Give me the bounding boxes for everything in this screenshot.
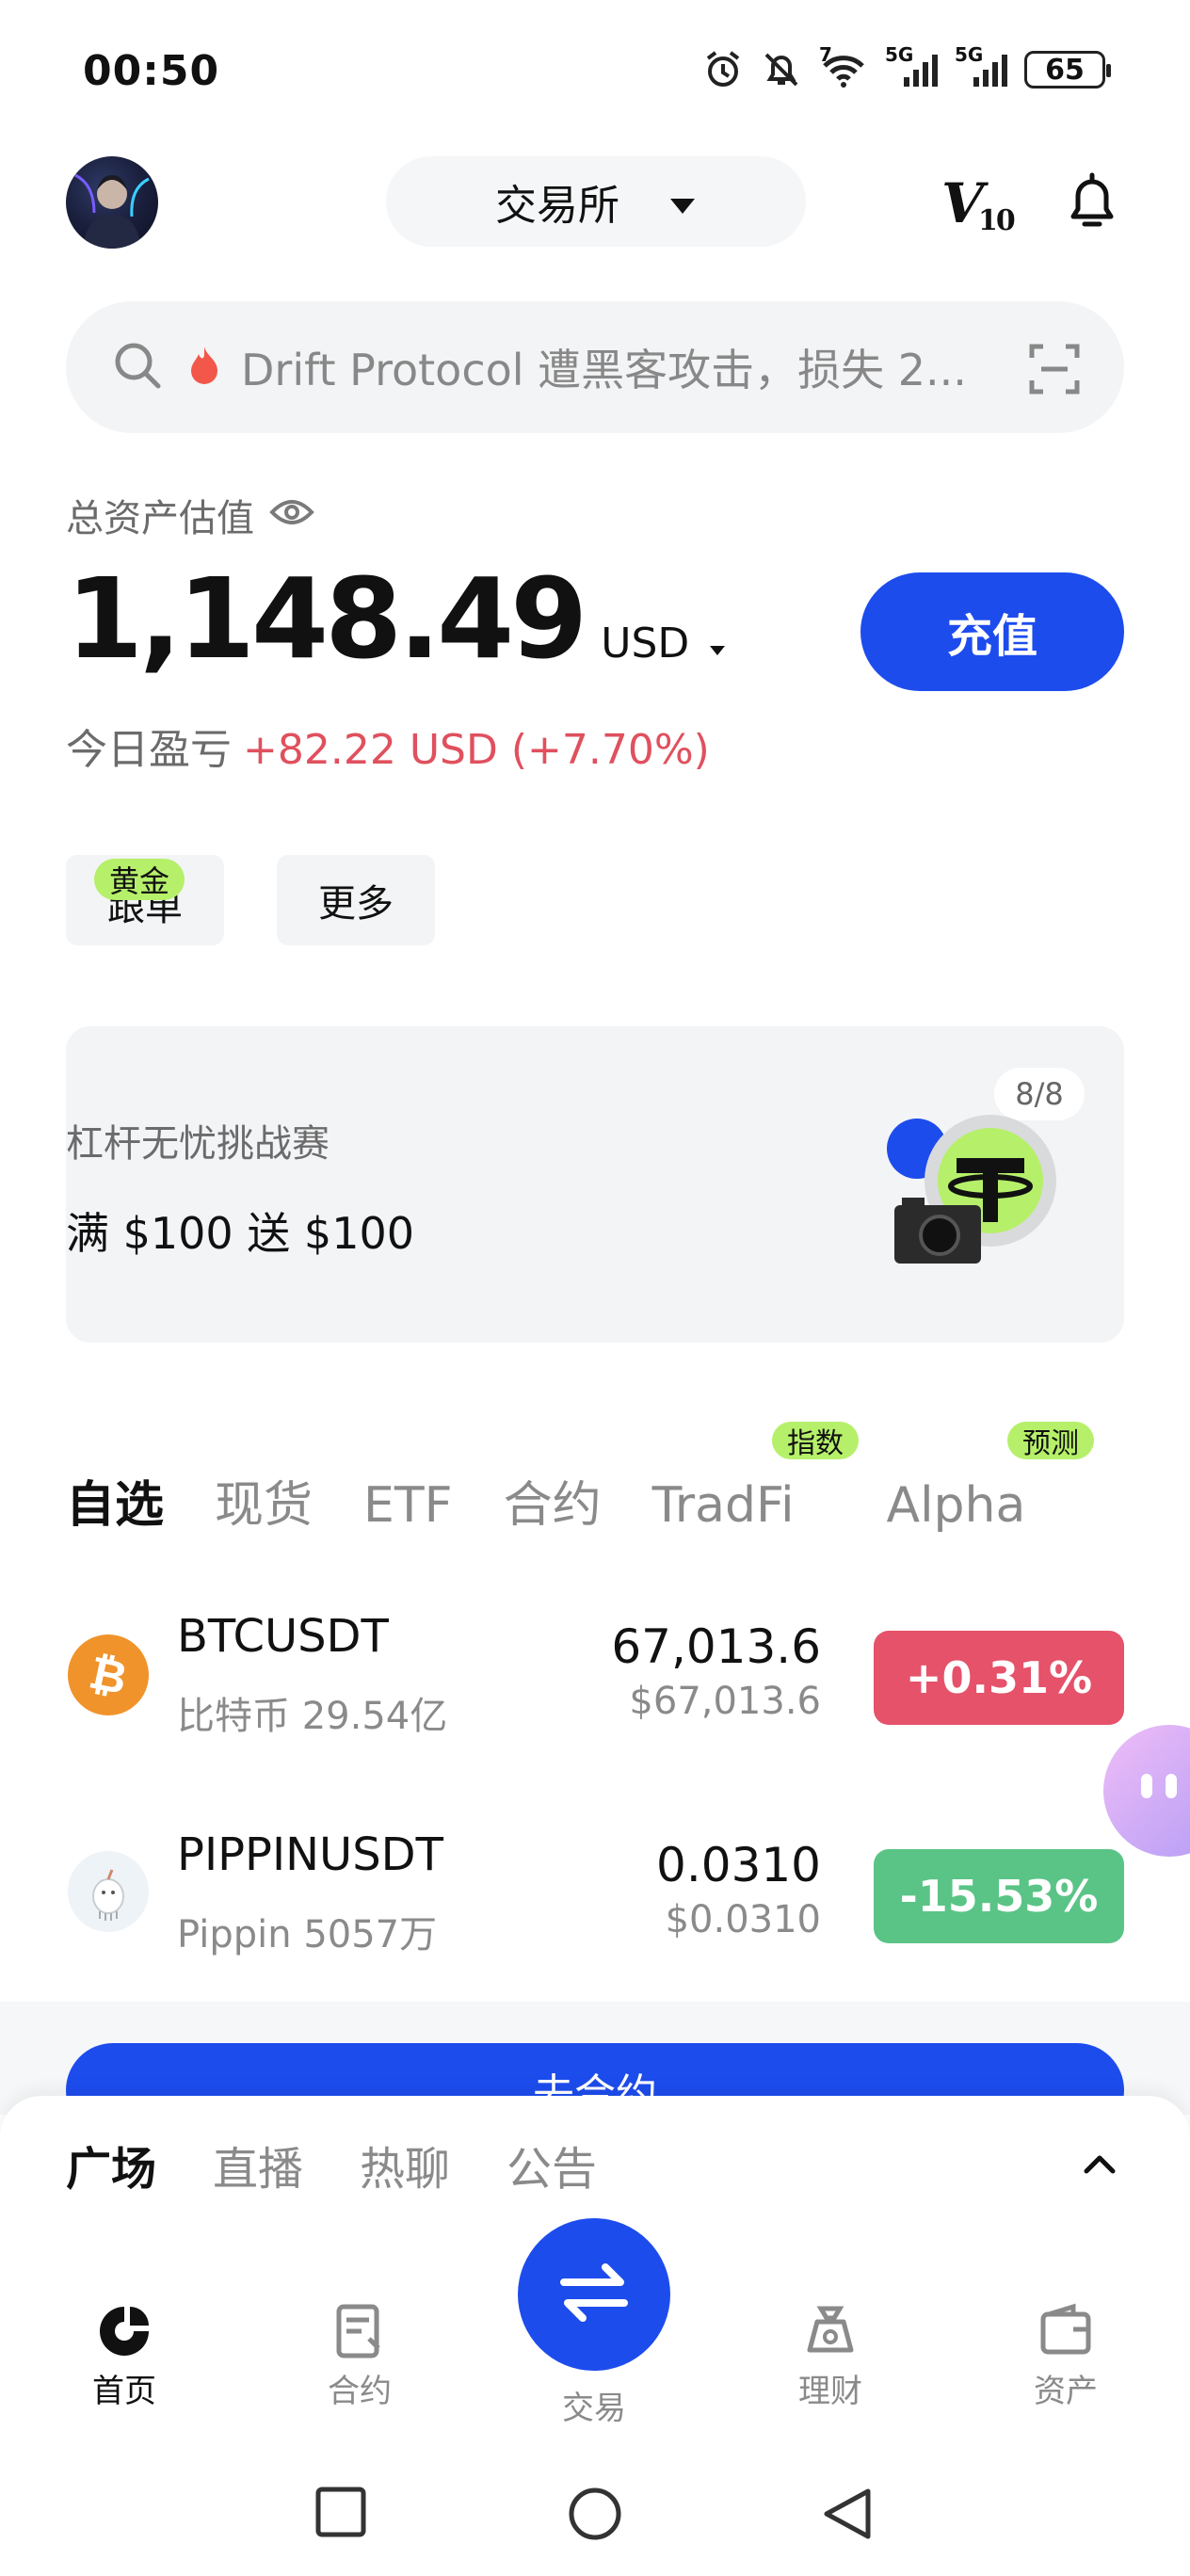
nav-assets-label: 资产 — [1034, 2373, 1098, 2410]
assistant-bubble[interactable] — [1103, 1725, 1190, 1857]
row-price-usd: $0.0310 — [665, 1898, 821, 1941]
currency-selector[interactable]: USD — [601, 620, 727, 668]
wifi-icon: 7 — [819, 43, 868, 90]
banner-illustration — [885, 1102, 1073, 1275]
change-badge[interactable]: +0.31% — [874, 1631, 1124, 1725]
wallet-icon — [1036, 2297, 1096, 2365]
trade-button[interactable] — [518, 2218, 670, 2371]
avatar[interactable] — [66, 156, 158, 249]
row-subtitle: Pippin 5057万 — [177, 1913, 438, 1956]
nav-home[interactable]: 首页 — [40, 2297, 209, 2411]
banner-subtitle: 杠杆无忧挑战赛 — [66, 1122, 330, 1166]
chevron-up-icon[interactable] — [1081, 2150, 1118, 2182]
total-assets-label: 总资产估值 — [66, 488, 314, 542]
row-price: 67,013.6 — [611, 1619, 821, 1674]
row-subtitle: 比特币 29.54亿 — [177, 1695, 448, 1738]
contract-icon — [330, 2297, 390, 2365]
row-symbol: BTCUSDT — [177, 1610, 389, 1663]
money-bag-icon — [800, 2297, 860, 2365]
home-icon — [94, 2297, 154, 2365]
status-time: 00:50 — [83, 47, 220, 95]
deposit-button[interactable]: 充值 — [860, 572, 1124, 691]
nav-futures[interactable]: 合约 — [275, 2297, 444, 2411]
total-assets-amount: 1,148.49 USD — [66, 554, 727, 684]
tab-announcements[interactable]: 公告 — [507, 2132, 597, 2198]
swap-arrows-icon — [556, 2260, 632, 2329]
tab-hot-chat[interactable]: 热聊 — [360, 2132, 450, 2198]
recent-apps-icon[interactable] — [314, 2486, 367, 2542]
row-price: 0.0310 — [656, 1838, 821, 1892]
pnl-label: 今日盈亏 — [66, 726, 232, 774]
eye-icon[interactable] — [269, 493, 314, 537]
row-price-usd: $67,013.6 — [629, 1680, 821, 1723]
banner-title: 满 $100 送 $100 — [66, 1208, 414, 1259]
nav-earn-label: 理财 — [798, 2373, 862, 2410]
vip-level: 10 — [978, 204, 1016, 237]
prediction-badge: 预测 — [1007, 1422, 1094, 1460]
exchange-selector[interactable]: 交易所 — [386, 156, 806, 247]
tab-etf[interactable]: ETF — [363, 1477, 453, 1534]
battery-level: 65 — [1045, 53, 1085, 87]
network-label-2: 5G — [955, 43, 984, 66]
notification-bell-icon[interactable] — [1062, 169, 1122, 237]
tab-favorites[interactable]: 自选 — [66, 1465, 164, 1536]
vip-level-badge[interactable]: V10 — [941, 171, 1016, 237]
home-circle-icon[interactable] — [567, 2486, 623, 2546]
tab-futures[interactable]: 合约 — [504, 1465, 602, 1536]
bitcoin-icon: ₿ — [68, 1634, 149, 1715]
index-badge: 指数 — [772, 1422, 859, 1460]
scan-icon[interactable] — [1028, 343, 1081, 399]
wifi-label: 7 — [819, 43, 832, 66]
cellular-signal-2-icon: 5G — [955, 43, 1007, 90]
nav-futures-label: 合约 — [328, 2373, 392, 2410]
cellular-signal-icon: 5G — [885, 43, 938, 90]
mute-bell-icon — [761, 49, 802, 90]
row-symbol: PIPPINUSDT — [177, 1828, 443, 1881]
exchange-label: 交易所 — [495, 182, 619, 230]
status-icons: 7 5G 5G 65 — [702, 43, 1111, 90]
pippin-icon — [68, 1851, 149, 1932]
nav-trade-label: 交易 — [562, 2390, 626, 2427]
asset-value: 1,148.49 — [66, 554, 587, 684]
nav-earn[interactable]: 理财 — [746, 2297, 915, 2411]
search-hot-topic: Drift Protocol 遭黑客攻击，损失 2... — [241, 345, 967, 395]
pnl-value: +82.22 USD (+7.70%) — [243, 726, 710, 774]
search-icon — [111, 339, 164, 395]
caret-down-icon — [668, 178, 697, 226]
nav-assets[interactable]: 资产 — [981, 2297, 1150, 2411]
currency-label: USD — [601, 620, 690, 668]
tab-square[interactable]: 广场 — [66, 2132, 156, 2198]
market-tabs: 自选 现货 ETF 合约 TradFi Alpha — [66, 1465, 1076, 1536]
gold-badge: 黄金 — [94, 859, 185, 900]
caret-down-small-icon — [710, 646, 726, 655]
daily-pnl: 今日盈亏 +82.22 USD (+7.70%) — [66, 716, 710, 776]
change-badge[interactable]: -15.53% — [874, 1849, 1124, 1943]
back-triangle-icon[interactable] — [821, 2486, 874, 2546]
fire-icon — [188, 345, 220, 390]
vip-label: V — [941, 171, 984, 235]
network-label: 5G — [885, 43, 914, 66]
total-assets-text: 总资产估值 — [66, 497, 254, 540]
tab-live[interactable]: 直播 — [213, 2132, 303, 2198]
search-bar[interactable]: Drift Protocol 遭黑客攻击，损失 2... — [66, 301, 1124, 433]
tab-alpha[interactable]: Alpha — [887, 1477, 1026, 1534]
battery-icon: 65 — [1024, 51, 1111, 89]
feed-tabs: 广场 直播 热聊 公告 — [66, 2132, 597, 2198]
tab-spot[interactable]: 现货 — [215, 1465, 313, 1536]
nav-home-label: 首页 — [92, 2373, 156, 2410]
alarm-icon — [702, 49, 744, 90]
more-shortcut[interactable]: 更多 — [277, 855, 435, 945]
svg-text:₿: ₿ — [85, 1647, 132, 1706]
tab-tradfi[interactable]: TradFi — [652, 1477, 795, 1534]
